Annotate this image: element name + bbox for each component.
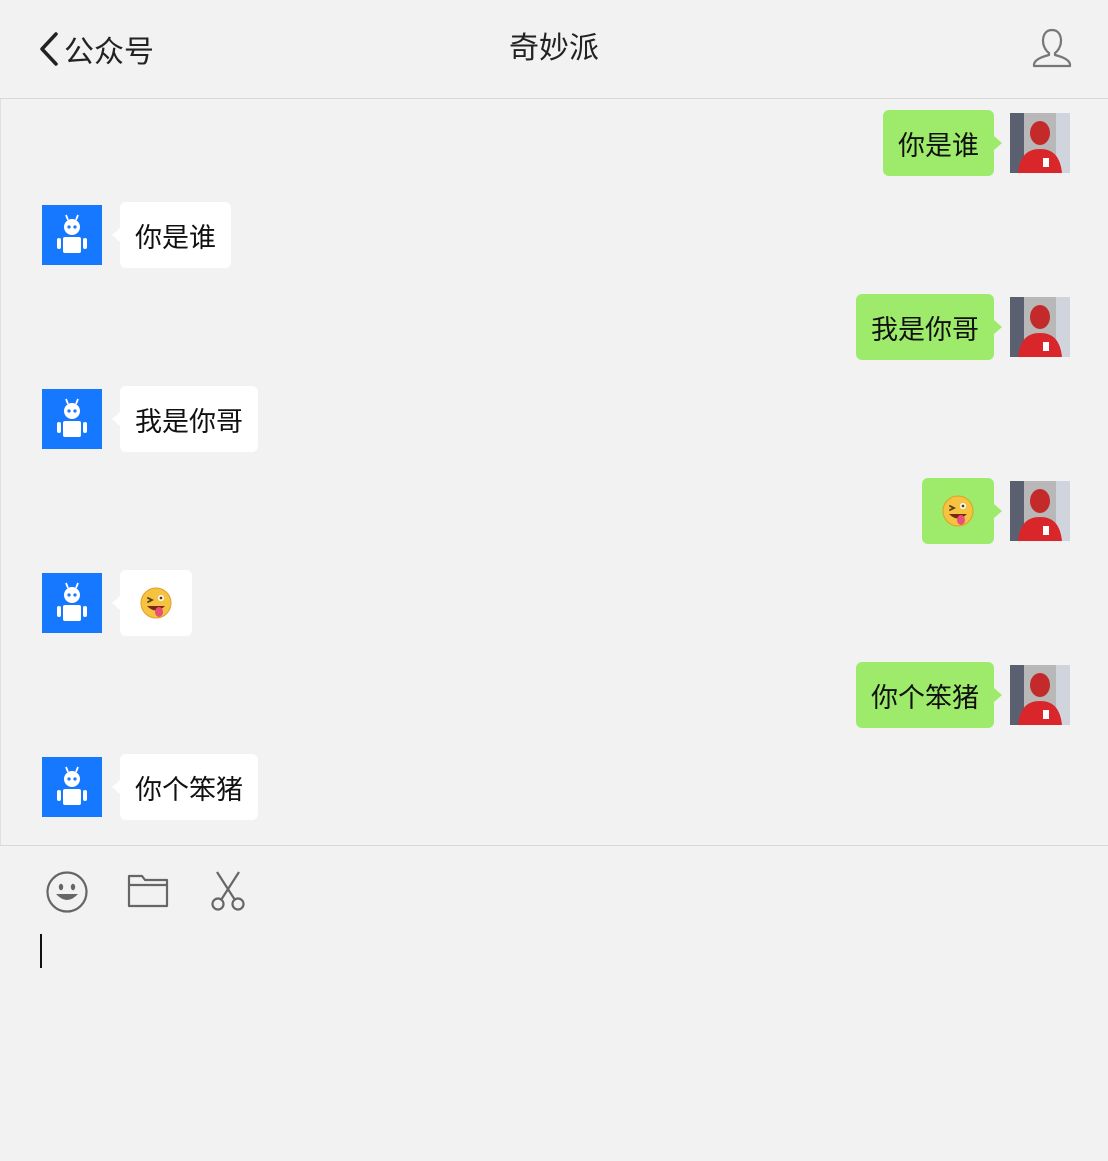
robot-icon bbox=[57, 214, 87, 253]
message-row-outgoing: 我是你哥 bbox=[856, 294, 1070, 360]
user-avatar[interactable] bbox=[1010, 297, 1070, 357]
incoming-bubble[interactable]: 我是你哥 bbox=[112, 386, 258, 452]
message-row-incoming: 你是谁 bbox=[42, 202, 231, 268]
chat-title: 奇妙派 bbox=[509, 31, 599, 66]
message-text: 我是你哥 bbox=[871, 314, 979, 346]
user-avatar-image bbox=[1010, 665, 1070, 725]
message-row-outgoing: 你个笨猪 bbox=[856, 662, 1070, 728]
user-avatar-image bbox=[1010, 297, 1070, 357]
robot-icon bbox=[57, 582, 87, 621]
scissors-icon bbox=[211, 871, 245, 911]
bot-avatar[interactable] bbox=[42, 757, 102, 817]
zany-face-emoji-icon bbox=[942, 495, 974, 527]
robot-icon bbox=[57, 766, 87, 805]
user-avatar-image bbox=[1010, 481, 1070, 541]
outgoing-bubble[interactable]: 我是你哥 bbox=[856, 294, 1002, 360]
message-row-outgoing: 你是谁 bbox=[883, 110, 1070, 176]
user-avatar[interactable] bbox=[1010, 481, 1070, 541]
message-text: 你个笨猪 bbox=[871, 682, 979, 714]
message-row-incoming bbox=[42, 570, 192, 636]
screenshot-button[interactable] bbox=[209, 870, 247, 916]
bot-avatar[interactable] bbox=[42, 573, 102, 633]
message-row-incoming: 你个笨猪 bbox=[42, 754, 258, 820]
file-button[interactable] bbox=[127, 873, 169, 913]
outgoing-bubble[interactable]: 你个笨猪 bbox=[856, 662, 1002, 728]
emoji-button[interactable] bbox=[45, 870, 89, 918]
outgoing-bubble[interactable]: 你是谁 bbox=[883, 110, 1002, 176]
message-row-outgoing bbox=[922, 478, 1070, 544]
incoming-bubble[interactable] bbox=[112, 570, 192, 636]
robot-icon bbox=[57, 398, 87, 437]
bot-avatar[interactable] bbox=[42, 205, 102, 265]
person-icon bbox=[1032, 28, 1072, 68]
user-avatar[interactable] bbox=[1010, 113, 1070, 173]
message-row-incoming: 我是你哥 bbox=[42, 386, 258, 452]
message-text: 你是谁 bbox=[135, 222, 216, 254]
chat-header: 公众号 奇妙派 bbox=[0, 0, 1108, 99]
user-avatar[interactable] bbox=[1010, 665, 1070, 725]
incoming-bubble[interactable]: 你是谁 bbox=[112, 202, 231, 268]
message-text: 你是谁 bbox=[898, 130, 979, 162]
user-avatar-image bbox=[1010, 113, 1070, 173]
message-input-area[interactable] bbox=[0, 845, 1108, 1161]
bot-avatar[interactable] bbox=[42, 389, 102, 449]
message-text: 你个笨猪 bbox=[135, 774, 243, 806]
outgoing-bubble[interactable] bbox=[922, 478, 1002, 544]
message-text: 我是你哥 bbox=[135, 406, 243, 438]
profile-button[interactable] bbox=[1030, 26, 1074, 70]
text-cursor bbox=[40, 934, 42, 968]
emoji-icon bbox=[46, 871, 88, 913]
zany-face-emoji-icon bbox=[140, 587, 172, 619]
folder-icon bbox=[127, 874, 169, 908]
message-list[interactable]: 你是谁 你是谁 我是你哥 我是你哥 你个笨猪 你个笨猪 bbox=[0, 99, 1108, 845]
incoming-bubble[interactable]: 你个笨猪 bbox=[112, 754, 258, 820]
